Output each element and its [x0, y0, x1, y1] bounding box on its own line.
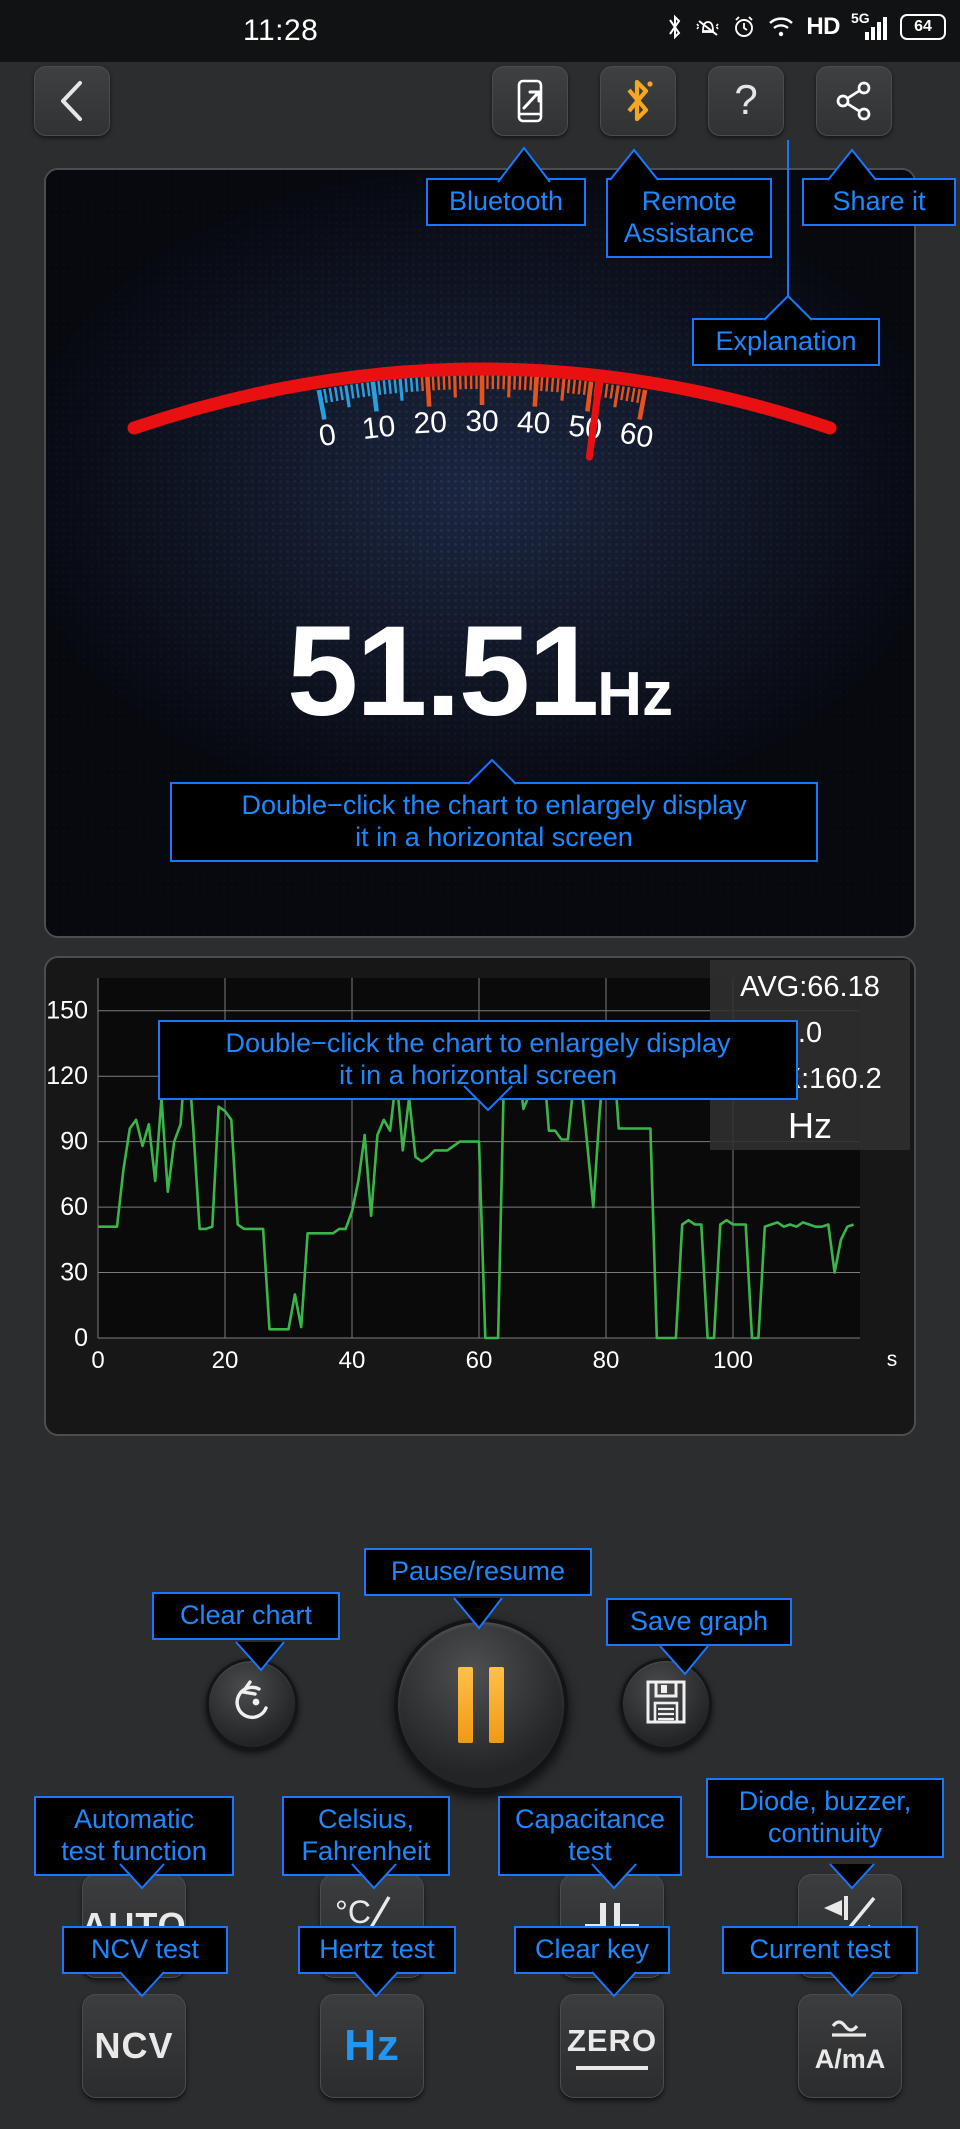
callout-pointer-current — [829, 1971, 875, 1998]
remote-assistance-button[interactable] — [492, 66, 568, 136]
back-button[interactable] — [34, 66, 110, 136]
callout-pointer-remote — [609, 148, 659, 181]
battery-icon: 64 — [900, 14, 946, 40]
floppy-disk-icon — [642, 1677, 690, 1732]
hertz-label: Hz — [344, 2021, 400, 2070]
callout-pointer-clear-chart — [235, 1641, 285, 1672]
measurement-unit: Hz — [597, 660, 674, 729]
pause-icon — [458, 1667, 473, 1743]
callout-pointer-diode — [829, 1863, 875, 1890]
callout-pointer-bluetooth — [497, 146, 551, 183]
callout-pointer-capacitance — [591, 1863, 637, 1890]
undo-arrow-icon — [226, 1676, 278, 1733]
alarm-icon — [732, 15, 756, 39]
svg-text:90: 90 — [60, 1128, 88, 1156]
current-button[interactable]: A/mA — [798, 1994, 902, 2098]
top-toolbar: ? — [0, 62, 960, 140]
stat-avg: AVG:66.18 — [740, 971, 880, 1003]
ncv-label: NCV — [94, 2025, 174, 2066]
svg-text:°C: °C — [335, 1894, 371, 1930]
wifi-icon — [767, 15, 795, 39]
status-icon-tray: HD 5G 64 — [666, 10, 946, 42]
callout-pointer-chart-hint — [463, 1085, 513, 1112]
svg-text:20: 20 — [212, 1347, 239, 1374]
callout-pointer-zero — [591, 1971, 637, 1998]
pause-resume-button[interactable] — [394, 1618, 568, 1792]
callout-current: Current test — [722, 1926, 918, 1974]
svg-text:s: s — [887, 1348, 898, 1371]
svg-text:80: 80 — [593, 1347, 620, 1374]
ncv-button[interactable]: NCV — [82, 1994, 186, 2098]
callout-save-graph: Save graph — [606, 1598, 792, 1646]
svg-text:100: 100 — [713, 1347, 753, 1374]
stat-unit: Hz — [788, 1105, 832, 1146]
status-bar: 11:28 HD 5G 64 — [0, 0, 960, 62]
svg-text:60: 60 — [60, 1193, 88, 1221]
callout-pointer-pause-resume — [453, 1597, 503, 1630]
callout-ncv: NCV test — [62, 1926, 228, 1974]
callout-bluetooth: Bluetooth — [426, 178, 586, 226]
5g-signal-icon: 5G — [851, 10, 889, 42]
callout-clear-chart: Clear chart — [152, 1592, 340, 1640]
callout-pointer-save-graph — [659, 1645, 709, 1676]
measurement-readout: 51.51Hz — [46, 608, 914, 736]
svg-text:150: 150 — [46, 997, 88, 1025]
callout-pointer-auto — [119, 1863, 165, 1890]
zero-button[interactable]: ZERO — [560, 1994, 664, 2098]
callout-explanation: Explanation — [692, 318, 880, 366]
callout-zero: Clear key — [514, 1926, 670, 1974]
callout-diode-buzzer: Diode, buzzer, continuity — [706, 1778, 944, 1858]
svg-text:0: 0 — [91, 1347, 104, 1374]
callout-pointer-ncv — [119, 1971, 165, 1998]
callout-gauge-hint: Double−click the chart to enlargely disp… — [170, 782, 818, 862]
callout-pointer-explanation — [763, 294, 813, 321]
ac-dc-icon — [831, 2020, 866, 2037]
svg-text:20: 20 — [413, 406, 448, 441]
svg-text:0: 0 — [316, 418, 338, 453]
app-root: 11:28 HD 5G 64 ? 0 10 20 30 40 50 60 51.… — [0, 0, 960, 2129]
callout-hertz: Hertz test — [298, 1926, 456, 1974]
svg-text:40: 40 — [516, 406, 551, 441]
callout-remote-assistance: Remote Assistance — [606, 178, 772, 258]
callout-share-it: Share it — [802, 178, 956, 226]
measurement-value: 51.51 — [286, 600, 599, 743]
hd-icon: HD — [806, 13, 840, 40]
explanation-button[interactable]: ? — [708, 66, 784, 136]
callout-pointer-gauge-hint — [467, 758, 517, 785]
svg-text:?: ? — [734, 78, 757, 123]
svg-text:0: 0 — [74, 1324, 88, 1352]
callout-pause-resume: Pause/resume — [364, 1548, 592, 1596]
svg-text:60: 60 — [617, 417, 655, 455]
zero-label: ZERO — [566, 2022, 658, 2058]
svg-text:40: 40 — [339, 1347, 366, 1374]
zero-underline — [576, 2065, 648, 2070]
svg-text:120: 120 — [46, 1062, 88, 1090]
share-button[interactable] — [816, 66, 892, 136]
svg-text:10: 10 — [360, 410, 397, 447]
status-clock: 11:28 — [243, 14, 319, 47]
bluetooth-button[interactable] — [600, 66, 676, 136]
callout-pointer-hertz — [353, 1971, 399, 1998]
pause-icon-2 — [489, 1667, 504, 1743]
bluetooth-icon — [666, 14, 684, 40]
callout-pointer-share — [827, 148, 877, 181]
current-label: A/mA — [814, 2044, 886, 2074]
svg-text:60: 60 — [466, 1347, 493, 1374]
hertz-button[interactable]: Hz — [320, 1994, 424, 2098]
svg-text:30: 30 — [60, 1259, 88, 1287]
callout-pointer-celsius — [351, 1863, 397, 1890]
svg-text:30: 30 — [465, 405, 498, 438]
mute-bell-icon — [695, 15, 721, 39]
